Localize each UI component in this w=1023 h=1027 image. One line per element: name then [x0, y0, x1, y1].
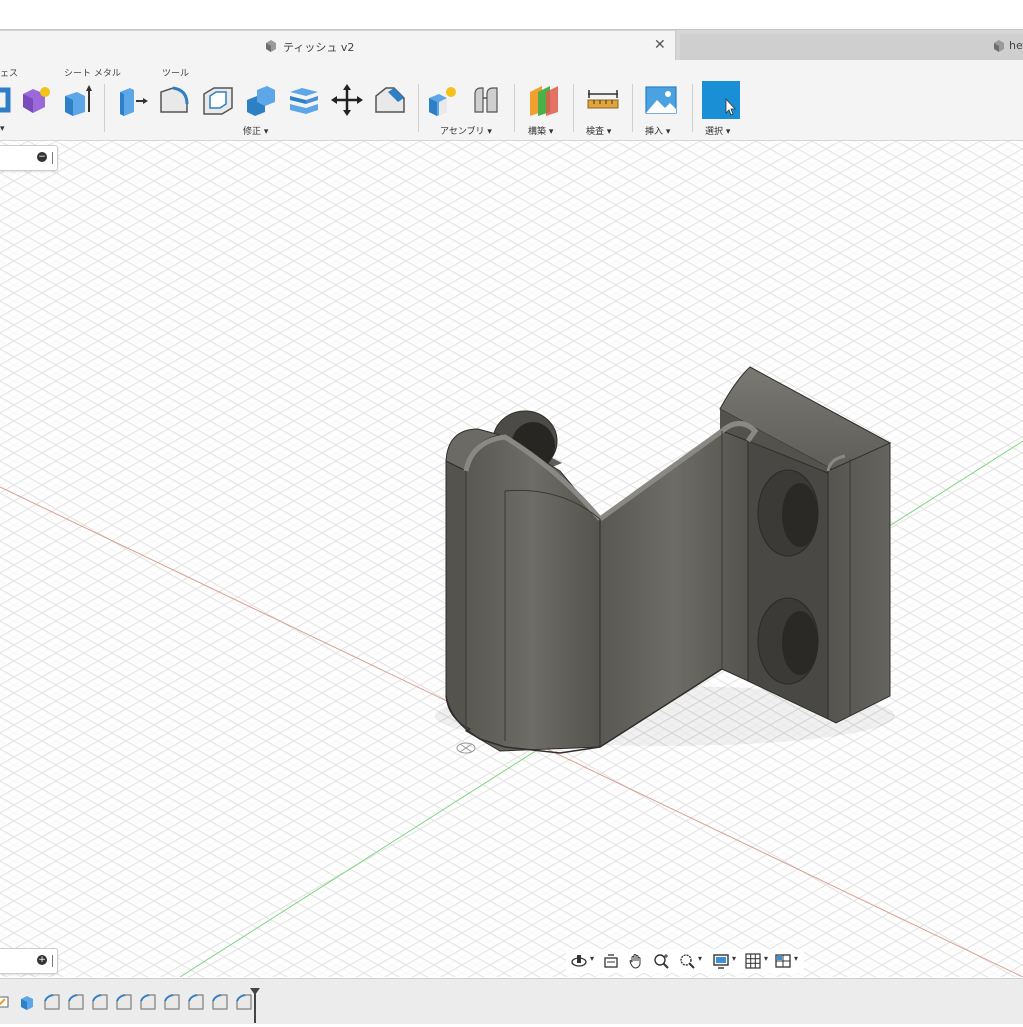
fillet-icon[interactable] [139, 993, 157, 1011]
collapse-button[interactable]: − [37, 152, 47, 162]
section-label-sheet-metal: シート メタル [64, 69, 121, 79]
measure-icon[interactable] [585, 82, 621, 118]
grid-settings-icon[interactable] [744, 952, 762, 970]
toolbar-separator [418, 84, 419, 132]
timeline-position-marker[interactable] [249, 987, 261, 1023]
timeline [0, 978, 1023, 1024]
section-label-surface: ェス [0, 69, 19, 79]
fillet-icon[interactable] [91, 993, 109, 1011]
viewport-scene [0, 141, 1023, 977]
fillet-icon[interactable] [187, 993, 205, 1011]
modify-menu[interactable]: 修正 ▾ [243, 124, 268, 137]
display-dropdown[interactable]: ▾ [732, 954, 736, 963]
panel-grip[interactable] [52, 152, 53, 164]
tab-title: ティッシュ v2 [283, 41, 355, 54]
insert-menu[interactable]: 挿入 ▾ [645, 124, 670, 137]
fillet-icon[interactable] [211, 993, 229, 1011]
toolbar-separator [573, 84, 574, 132]
pan-icon[interactable] [627, 952, 645, 970]
fillet-icon[interactable] [115, 993, 133, 1011]
move-icon[interactable] [329, 82, 365, 118]
document-tab-strip: ティッシュ v2 ✕ he [0, 29, 1023, 61]
offset-plane-icon[interactable] [526, 82, 562, 118]
select-menu[interactable]: 選択 ▾ [705, 124, 730, 137]
viewports-icon[interactable] [774, 952, 792, 970]
construct-menu[interactable]: 構築 ▾ [528, 124, 553, 137]
look-at-icon[interactable] [602, 952, 620, 970]
shell-icon[interactable] [200, 82, 236, 118]
fillet-icon[interactable] [43, 993, 61, 1011]
comments-panel-toggle[interactable]: + [0, 948, 58, 974]
zoom-dropdown[interactable]: ▾ [698, 954, 702, 963]
expand-button[interactable]: + [37, 955, 47, 965]
toolbar-separator [104, 84, 105, 132]
tab-other-document[interactable]: he [680, 34, 1023, 61]
section-label-tools: ツール [162, 69, 190, 79]
chamfer-icon[interactable] [372, 82, 408, 118]
create-menu[interactable]: ▾ [0, 124, 5, 134]
tab-close-button[interactable]: ✕ [654, 37, 666, 53]
3d-viewport[interactable] [0, 141, 1023, 977]
fillet-icon[interactable] [67, 993, 85, 1011]
fit-icon[interactable] [678, 952, 696, 970]
insert-image-icon[interactable] [643, 82, 679, 118]
assemble-menu[interactable]: アセンブリ ▾ [440, 124, 492, 137]
press-pull-icon[interactable] [114, 82, 150, 118]
sketch-icon[interactable] [0, 993, 12, 1011]
display-settings-icon[interactable] [712, 952, 730, 970]
new-component-icon[interactable] [425, 82, 461, 118]
toolbar-separator [632, 84, 633, 132]
joint-icon[interactable] [469, 82, 505, 118]
select-icon[interactable] [702, 81, 740, 119]
zoom-icon[interactable] [652, 952, 670, 970]
inspect-menu[interactable]: 検査 ▾ [586, 124, 611, 137]
orbit-icon[interactable] [570, 952, 588, 970]
orbit-dropdown[interactable]: ▾ [590, 954, 594, 963]
ribbon-toolbar: ェス シート メタル ツール ▾ 修正 ▾ アセンブリ ▾ 構築 ▾ 検査 ▾ … [0, 60, 1023, 141]
extrude-icon[interactable] [18, 993, 36, 1011]
window-top-area [0, 0, 1023, 29]
tab-tissue-v2[interactable]: ティッシュ v2 ✕ [0, 31, 676, 61]
fillet-icon[interactable] [157, 82, 193, 118]
tab-title: he [1009, 39, 1023, 52]
grid-dropdown[interactable]: ▾ [764, 954, 768, 963]
panel-grip[interactable] [52, 955, 53, 967]
navigation-bar: ▾ ▾ ▾ ▾ ▾ [566, 949, 804, 973]
extrude-icon[interactable] [59, 82, 95, 118]
fillet-icon[interactable] [163, 993, 181, 1011]
toolbar-separator [514, 84, 515, 132]
offset-face-icon[interactable] [286, 82, 322, 118]
toolbar-separator [692, 84, 693, 132]
form-icon[interactable] [17, 82, 53, 118]
combine-icon[interactable] [243, 82, 279, 118]
viewports-dropdown[interactable]: ▾ [794, 954, 798, 963]
browser-panel-toggle[interactable]: − [0, 145, 58, 171]
